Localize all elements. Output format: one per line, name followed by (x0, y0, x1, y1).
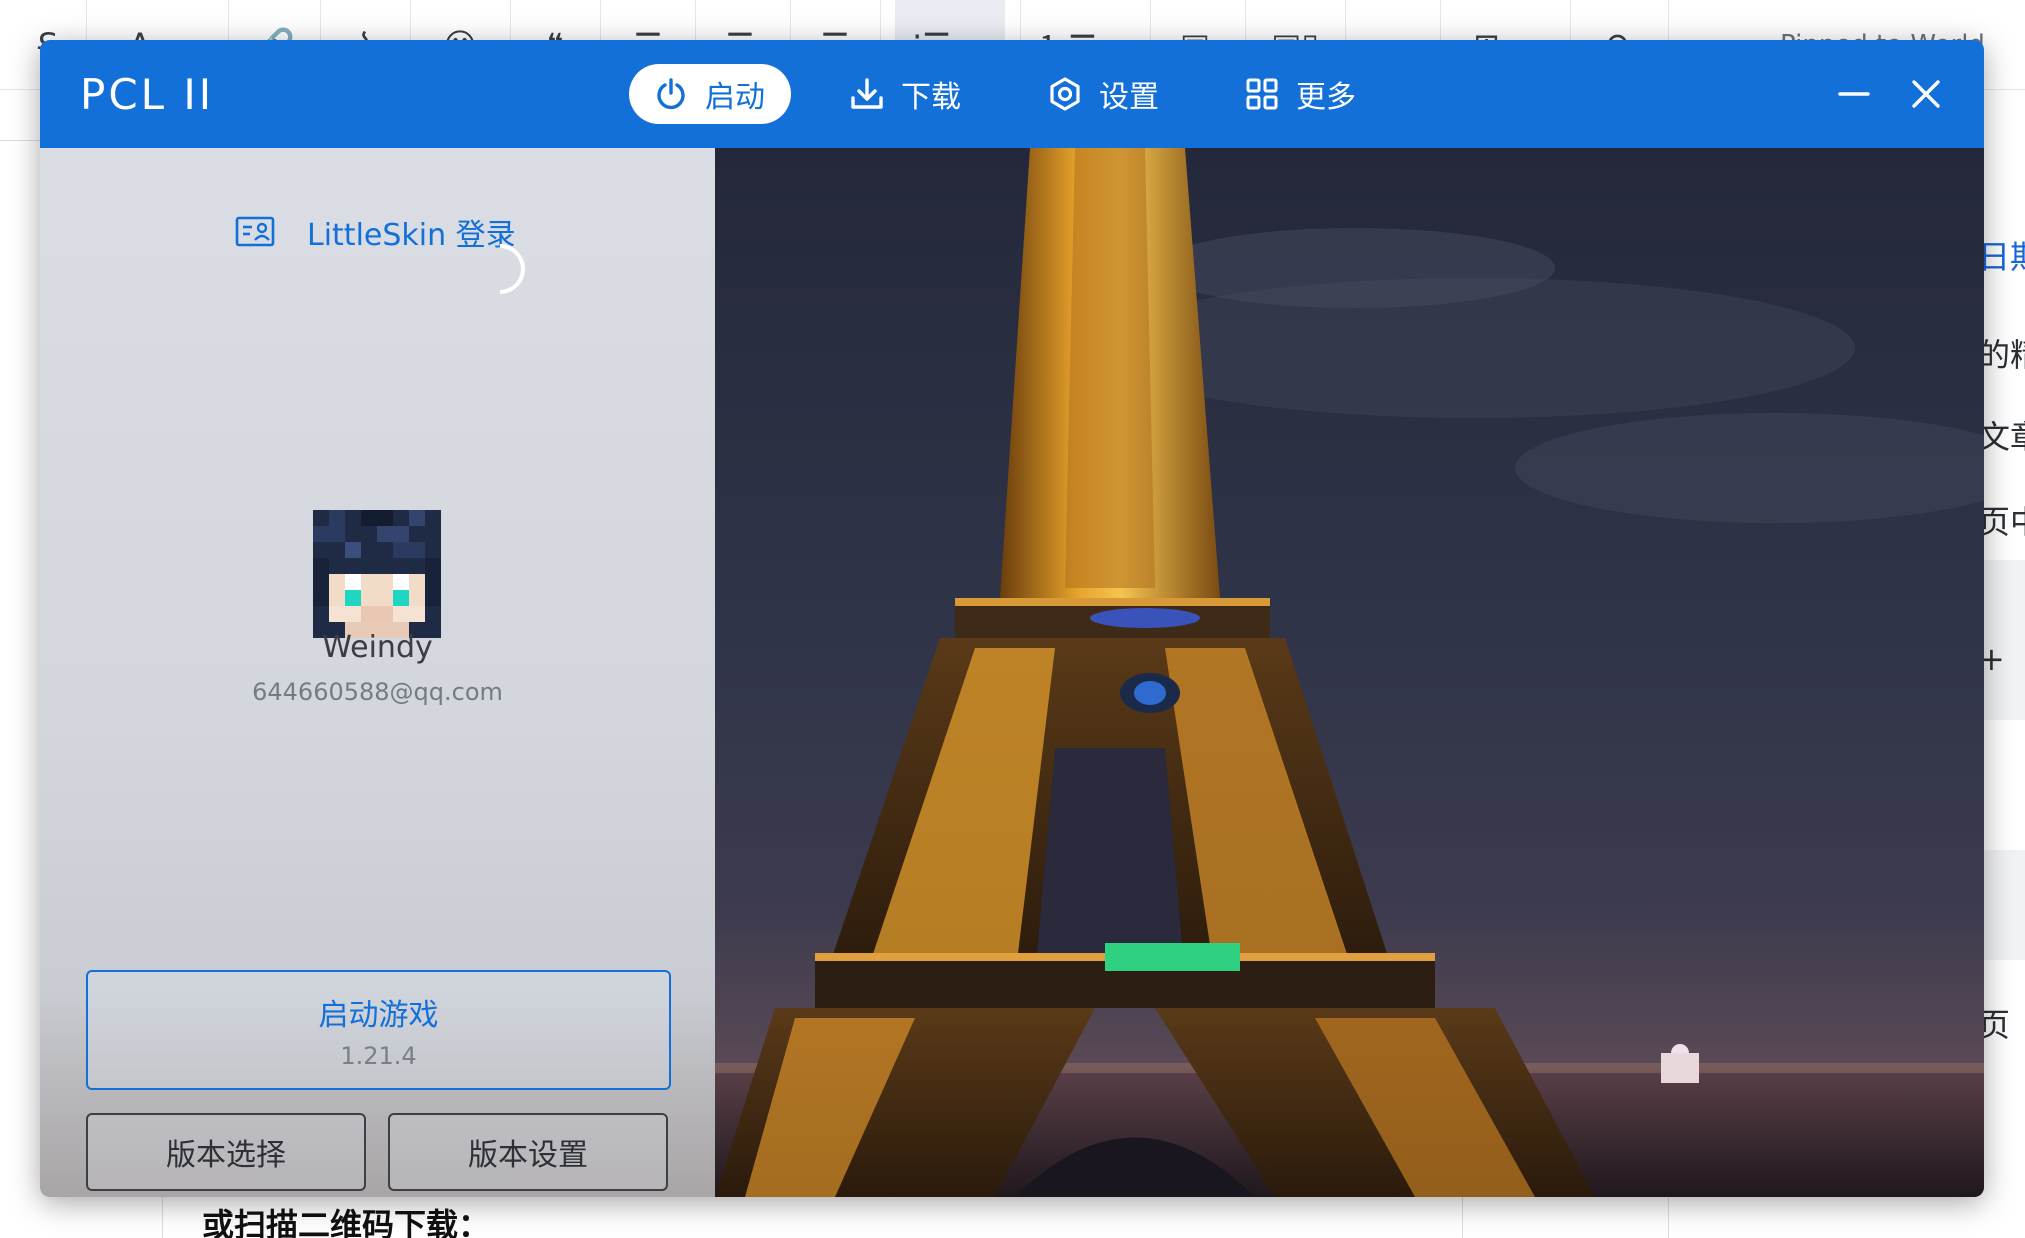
launch-game-version: 1.21.4 (340, 1042, 417, 1070)
nav-more-label: 更多 (1296, 80, 1356, 115)
launch-game-label: 启动游戏 (318, 998, 439, 1033)
nav-launch-label: 启动 (705, 80, 765, 115)
player-name: Weindy (322, 630, 433, 665)
player-avatar (313, 510, 441, 638)
nav-settings[interactable]: 设置 (1023, 64, 1185, 124)
download-icon (851, 78, 883, 109)
side-panel-item: 的精 (1978, 336, 2025, 374)
version-settings-button[interactable]: 版本设置 (388, 1113, 668, 1191)
close-button[interactable] (1908, 76, 1944, 112)
nav-more[interactable]: 更多 (1220, 64, 1382, 124)
littleskin-login-link[interactable]: LittleSkin 登录 (235, 210, 516, 254)
nav-download[interactable]: 下载 (825, 64, 987, 124)
nav-download-label: 下载 (901, 80, 961, 115)
player-email: 644660588@qq.com (252, 678, 503, 706)
minimize-button[interactable] (1836, 76, 1872, 112)
divider (162, 1195, 163, 1238)
nav-launch[interactable]: 启动 (629, 64, 791, 124)
minimize-icon (1838, 92, 1870, 96)
close-icon (1912, 80, 1940, 108)
document-text: 或扫描二维码下载： (202, 1206, 491, 1238)
divider (1462, 1195, 1463, 1238)
id-card-icon (235, 216, 275, 247)
divider (1668, 1195, 1669, 1238)
account-panel: LittleSkin 登录 Weindy 644660588@qq.com 启动… (40, 148, 715, 1197)
side-panel-item[interactable]: 日期 (1978, 232, 2025, 278)
title-bar[interactable]: PCL II 启动 下载 设置 更多 (40, 40, 1984, 148)
background-wallpaper (715, 148, 1984, 1197)
nav-settings-label: 设置 (1099, 80, 1159, 115)
divider (0, 140, 40, 141)
app-title: PCL II (80, 70, 215, 119)
launch-game-button[interactable]: 启动游戏 1.21.4 (86, 970, 671, 1090)
grid-icon (1246, 78, 1278, 110)
eiffel-tower-image (715, 148, 1984, 1197)
version-select-button[interactable]: 版本选择 (86, 1113, 366, 1191)
power-icon (657, 78, 685, 110)
side-panel-item: 页中 (1978, 503, 2025, 541)
login-label: LittleSkin 登录 (307, 218, 516, 253)
settings-icon (1050, 77, 1080, 111)
side-panel-item: 文章 (1978, 418, 2025, 456)
launcher-window: PCL II 启动 下载 设置 更多 LittleSkin 登录 Weindy … (40, 40, 1984, 1197)
